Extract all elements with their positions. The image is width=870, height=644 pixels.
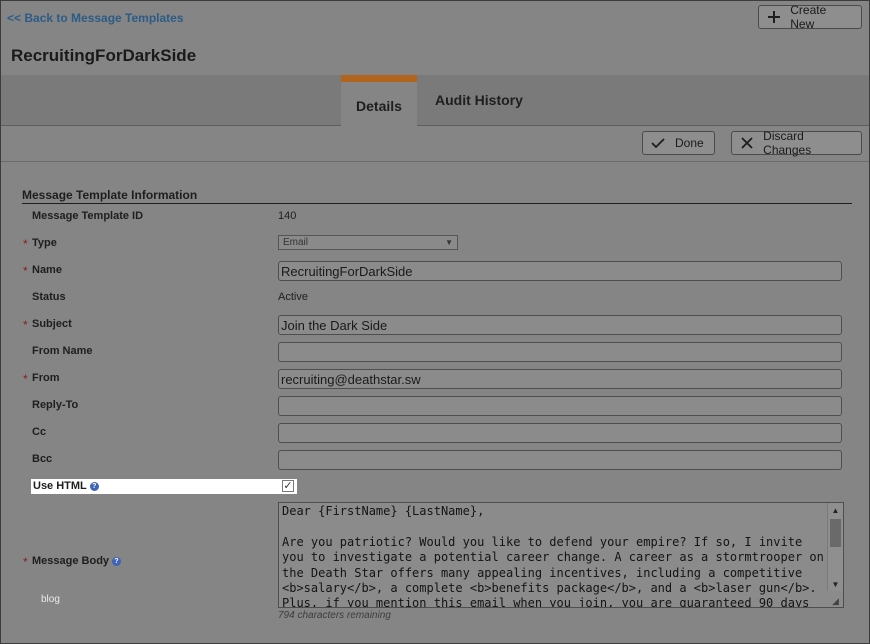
- chevron-down-icon: ▼: [445, 238, 453, 247]
- subject-input[interactable]: [278, 315, 842, 335]
- required-mark: *: [23, 555, 28, 569]
- row-bcc: Bcc: [1, 449, 869, 471]
- status-label: Status: [32, 291, 66, 303]
- row-reply-to: Reply-To: [1, 395, 869, 417]
- discard-changes-button[interactable]: Discard Changes: [731, 129, 862, 157]
- create-new-button[interactable]: Create New: [758, 3, 862, 31]
- reply-to-input[interactable]: [278, 396, 842, 416]
- from-input[interactable]: [278, 369, 842, 389]
- cc-input[interactable]: [278, 423, 842, 443]
- check-icon: [649, 134, 667, 152]
- name-label: Name: [32, 264, 62, 276]
- type-label: Type: [32, 237, 57, 249]
- bcc-label: Bcc: [32, 453, 53, 465]
- row-from: * From: [1, 368, 869, 390]
- scroll-thumb[interactable]: [830, 519, 841, 547]
- type-select[interactable]: Email ▼: [278, 235, 458, 250]
- name-input[interactable]: [278, 261, 842, 281]
- required-mark: *: [23, 264, 28, 278]
- type-select-value: Email: [283, 237, 309, 248]
- message-body-scrollbar[interactable]: ▲ ▼: [827, 503, 843, 591]
- from-name-input[interactable]: [278, 342, 842, 362]
- from-label: From: [32, 372, 60, 384]
- cc-label: Cc: [32, 426, 47, 438]
- row-status: Status Active: [1, 287, 869, 309]
- template-id-label: Message Template ID: [32, 210, 144, 222]
- close-icon: [738, 134, 755, 152]
- characters-remaining: 794 characters remaining: [278, 610, 391, 621]
- resize-handle-icon[interactable]: ◢: [832, 596, 842, 606]
- blog-link[interactable]: blog: [41, 594, 60, 605]
- row-type: * Type Email ▼: [1, 233, 869, 255]
- from-name-label: From Name: [32, 345, 93, 357]
- action-bar: Done Discard Changes: [1, 126, 869, 162]
- tab-bar: Details Audit History: [1, 75, 869, 126]
- message-body-text: Dear {FirstName} {LastName}, Are you pat…: [282, 504, 824, 608]
- tab-details[interactable]: Details: [341, 75, 417, 126]
- reply-to-label: Reply-To: [32, 399, 79, 411]
- row-from-name: From Name: [1, 341, 869, 363]
- page-frame: << Back to Message Templates Create New …: [0, 0, 870, 644]
- done-label: Done: [675, 136, 704, 150]
- scroll-down-arrow-icon[interactable]: ▼: [828, 577, 843, 591]
- message-body-label-text: Message Body: [32, 555, 110, 567]
- plus-icon: [765, 8, 782, 26]
- required-mark: *: [23, 318, 28, 332]
- template-id-value: 140: [278, 210, 297, 222]
- use-html-checkbox[interactable]: ✓: [282, 480, 294, 492]
- title-row: RecruitingForDarkSide: [1, 37, 869, 75]
- tab-audit-history[interactable]: Audit History: [435, 75, 523, 126]
- create-new-label: Create New: [790, 3, 827, 31]
- page-title: RecruitingForDarkSide: [11, 46, 197, 65]
- top-bar: << Back to Message Templates Create New: [1, 1, 869, 37]
- help-icon[interactable]: ?: [89, 482, 99, 491]
- row-template-id: Message Template ID 140: [1, 206, 869, 228]
- help-icon[interactable]: ?: [112, 557, 122, 566]
- row-name: * Name: [1, 260, 869, 282]
- status-value: Active: [278, 291, 308, 303]
- row-message-body-label: * Message Body?: [1, 555, 201, 571]
- scroll-up-arrow-icon[interactable]: ▲: [828, 503, 843, 517]
- row-subject: * Subject: [1, 314, 869, 336]
- done-button[interactable]: Done: [642, 131, 715, 155]
- use-html-label: Use HTML?: [33, 480, 99, 492]
- required-mark: *: [23, 372, 28, 386]
- message-body-label: Message Body?: [32, 555, 122, 567]
- section-title: Message Template Information: [22, 188, 852, 204]
- message-body-textarea[interactable]: Dear {FirstName} {LastName}, Are you pat…: [278, 502, 844, 608]
- row-cc: Cc: [1, 422, 869, 444]
- bcc-input[interactable]: [278, 450, 842, 470]
- discard-changes-label: Discard Changes: [763, 129, 812, 157]
- subject-label: Subject: [32, 318, 72, 330]
- use-html-label-text: Use HTML: [33, 480, 87, 492]
- required-mark: *: [23, 237, 28, 251]
- row-use-html: Use HTML? ✓: [31, 479, 297, 494]
- back-to-templates-link[interactable]: << Back to Message Templates: [7, 11, 184, 25]
